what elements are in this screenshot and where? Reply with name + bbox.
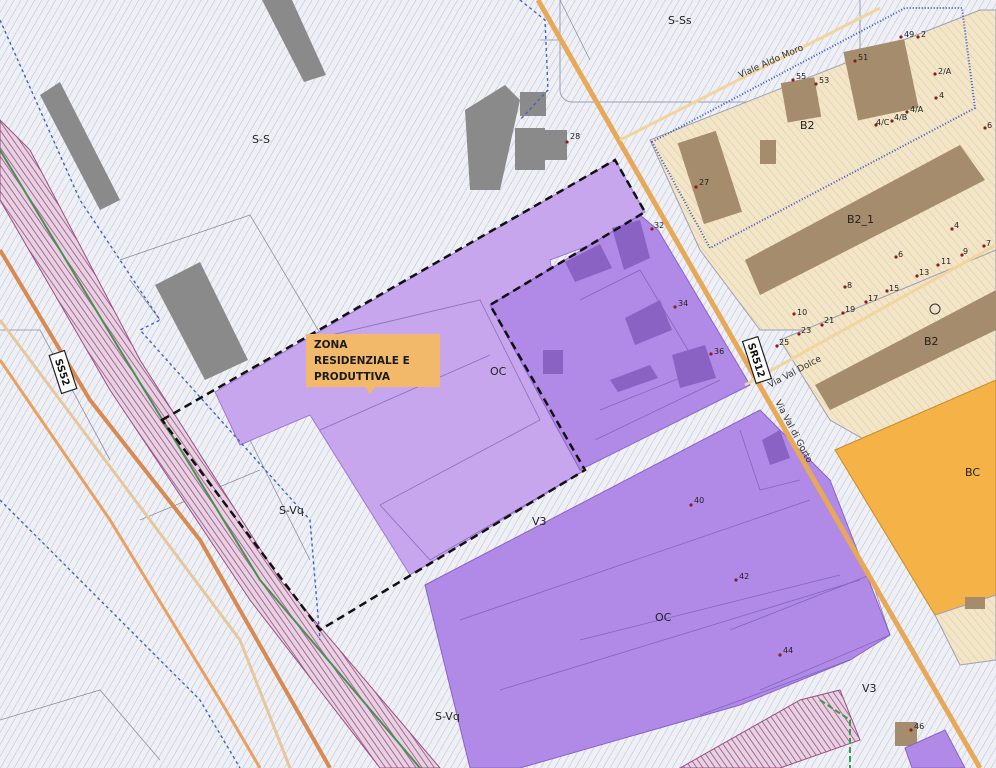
callout-zona-residenziale: ZONA RESIDENZIALE E PRODUTTIVA bbox=[306, 334, 440, 387]
svg-text:44: 44 bbox=[783, 646, 793, 655]
svg-text:32: 32 bbox=[654, 221, 664, 230]
svg-text:46: 46 bbox=[914, 722, 924, 731]
zone-label-oc-bottom: OC bbox=[655, 611, 672, 624]
callout-line-3: PRODUTTIVA bbox=[314, 371, 390, 383]
svg-text:27: 27 bbox=[699, 178, 709, 187]
zone-label-s-s: S-S bbox=[252, 133, 270, 146]
svg-text:15: 15 bbox=[889, 284, 899, 293]
svg-text:11: 11 bbox=[941, 257, 951, 266]
svg-text:6: 6 bbox=[898, 250, 903, 259]
svg-text:40: 40 bbox=[694, 496, 704, 505]
svg-text:34: 34 bbox=[678, 299, 688, 308]
svg-text:7: 7 bbox=[986, 239, 991, 248]
zoning-map[interactable]: SR512 SS52 Viale Aldo Moro Via Val Dolce… bbox=[0, 0, 996, 768]
svg-text:4: 4 bbox=[939, 91, 944, 100]
zone-label-s-vq-bottom: S-Vq bbox=[435, 710, 460, 723]
svg-text:8: 8 bbox=[847, 281, 852, 290]
zone-label-v3-bottom: V3 bbox=[862, 682, 877, 695]
zone-label-oc-top: OC bbox=[490, 365, 507, 378]
svg-text:19: 19 bbox=[845, 305, 855, 314]
svg-text:17: 17 bbox=[868, 294, 878, 303]
svg-text:49: 49 bbox=[904, 30, 914, 39]
callout-line-1: ZONA bbox=[314, 339, 348, 351]
svg-text:4/C: 4/C bbox=[876, 118, 890, 127]
svg-text:28: 28 bbox=[570, 132, 580, 141]
zone-label-s-ss: S-Ss bbox=[668, 14, 692, 27]
svg-text:2: 2 bbox=[921, 30, 926, 39]
zone-label-b2-right: B2 bbox=[924, 335, 939, 348]
svg-text:2/A: 2/A bbox=[938, 67, 952, 76]
svg-text:6: 6 bbox=[987, 121, 992, 130]
svg-text:4: 4 bbox=[954, 221, 959, 230]
zone-label-v3-mid: V3 bbox=[532, 515, 547, 528]
zone-label-b2-1: B2_1 bbox=[847, 213, 874, 226]
svg-text:42: 42 bbox=[739, 572, 749, 581]
svg-text:21: 21 bbox=[824, 316, 834, 325]
svg-text:55: 55 bbox=[796, 72, 806, 81]
svg-text:25: 25 bbox=[779, 338, 789, 347]
zone-label-b2-top: B2 bbox=[800, 119, 815, 132]
svg-text:4/A: 4/A bbox=[910, 105, 924, 114]
svg-text:51: 51 bbox=[858, 53, 868, 62]
callout-line-2: RESIDENZIALE E bbox=[314, 355, 410, 367]
house-number: 4/C bbox=[874, 118, 890, 127]
zone-label-s-vq-left: S-Vq bbox=[279, 504, 304, 517]
svg-text:53: 53 bbox=[819, 76, 829, 85]
svg-text:13: 13 bbox=[919, 268, 929, 277]
svg-text:4/B: 4/B bbox=[894, 113, 907, 122]
svg-text:36: 36 bbox=[714, 347, 724, 356]
svg-text:9: 9 bbox=[963, 247, 968, 256]
zone-label-bc: BC bbox=[965, 466, 980, 479]
svg-text:10: 10 bbox=[797, 308, 807, 317]
svg-text:23: 23 bbox=[801, 326, 811, 335]
